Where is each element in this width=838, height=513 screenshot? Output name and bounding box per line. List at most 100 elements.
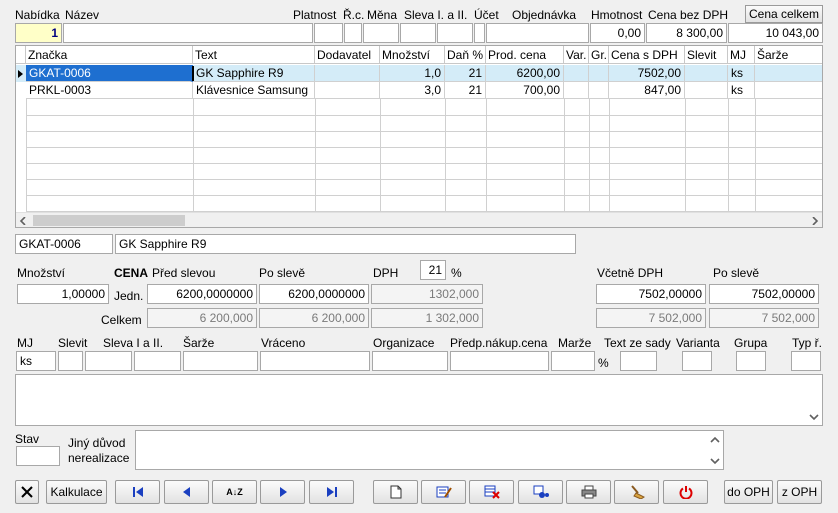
cell-text[interactable]: GK Sapphire R9 xyxy=(193,65,315,82)
exit-button[interactable] xyxy=(663,480,708,504)
scroll-down-icon[interactable] xyxy=(710,457,720,465)
detail-code-field[interactable]: GKAT-0006 xyxy=(15,234,113,254)
col-header-sarze[interactable]: Šarže xyxy=(755,46,822,64)
cena-bez-dph-field[interactable]: 8 300,00 xyxy=(646,23,727,43)
nabidka-field[interactable]: 1 xyxy=(15,23,62,43)
varianta-field[interactable] xyxy=(682,351,712,371)
do-oph-button[interactable]: do OPH xyxy=(724,480,773,504)
sarze-field[interactable] xyxy=(183,351,258,371)
jedn-po-sleve-field[interactable]: 6200,0000000 xyxy=(259,284,369,304)
kalkulace-button[interactable]: Kalkulace xyxy=(46,480,107,504)
cell-gr[interactable] xyxy=(589,82,609,99)
marze-field[interactable] xyxy=(551,351,595,371)
cell-gr[interactable] xyxy=(589,65,609,82)
cell-dan[interactable]: 21 xyxy=(445,82,486,99)
cell-mj[interactable]: ks xyxy=(728,65,755,82)
cell-sarze[interactable] xyxy=(755,82,822,99)
scroll-left-icon[interactable] xyxy=(19,217,27,225)
col-header-text[interactable]: Text xyxy=(193,46,315,64)
grupa-field[interactable] xyxy=(736,351,766,371)
print-button[interactable] xyxy=(566,480,611,504)
scrollbar-thumb[interactable] xyxy=(33,215,185,226)
sleva2-detail-field[interactable] xyxy=(134,351,181,371)
slevit-field[interactable] xyxy=(58,351,83,371)
cell-prod-cena[interactable]: 700,00 xyxy=(486,82,564,99)
cell-znacka[interactable]: PRKL-0003 xyxy=(26,82,193,99)
hmotnost-field[interactable]: 0,00 xyxy=(590,23,645,43)
cell-dodavatel[interactable] xyxy=(315,82,380,99)
sleva2-field[interactable] xyxy=(437,23,473,43)
last-record-button[interactable] xyxy=(309,480,354,504)
first-record-button[interactable] xyxy=(115,480,160,504)
cell-cena-s-dph[interactable]: 7502,00 xyxy=(609,65,685,82)
stav-field[interactable] xyxy=(16,446,60,466)
cell-var[interactable] xyxy=(564,82,589,99)
clean-button[interactable] xyxy=(614,480,659,504)
nazev-field[interactable] xyxy=(63,23,313,43)
next-record-button[interactable] xyxy=(260,480,305,504)
notes-memo[interactable] xyxy=(15,374,823,426)
z-oph-button[interactable]: z OPH xyxy=(777,480,822,504)
cena-celkem-field[interactable]: 10 043,00 xyxy=(728,23,823,43)
cell-prod-cena[interactable]: 6200,00 xyxy=(486,65,564,82)
mnozstvi-field[interactable]: 1,00000 xyxy=(17,284,109,304)
cell-cena-s-dph[interactable]: 847,00 xyxy=(609,82,685,99)
edit-record-button[interactable] xyxy=(421,480,466,504)
col-header-prod-cena[interactable]: Prod. cena xyxy=(486,46,564,64)
rc-field[interactable] xyxy=(344,23,362,43)
vraceno-field[interactable] xyxy=(260,351,370,371)
cell-dodavatel[interactable] xyxy=(315,65,380,82)
predp-nakup-cena-field[interactable] xyxy=(450,351,549,371)
col-header-dodavatel[interactable]: Dodavatel xyxy=(315,46,380,64)
typ-field[interactable] xyxy=(791,351,821,371)
cell-slevit[interactable] xyxy=(685,65,728,82)
detail-name-field[interactable]: GK Sapphire R9 xyxy=(115,234,576,254)
scroll-right-icon[interactable] xyxy=(811,217,819,225)
organizace-field[interactable] xyxy=(372,351,448,371)
dph-rate-field[interactable]: 21 xyxy=(420,260,446,280)
cell-mj[interactable]: ks xyxy=(728,82,755,99)
new-record-button[interactable] xyxy=(373,480,418,504)
table-row[interactable]: PRKL-0003 Klávesnice Samsung 3,0 21 700,… xyxy=(16,82,822,99)
col-header-gr[interactable]: Gr. xyxy=(589,46,609,64)
items-grid[interactable]: Značka Text Dodavatel Množství Daň % Pro… xyxy=(15,45,823,228)
label-objednavka: Objednávka xyxy=(512,8,577,22)
search-records-button[interactable] xyxy=(518,480,563,504)
table-row[interactable]: GKAT-0006 GK Sapphire R9 1,0 21 6200,00 … xyxy=(16,65,822,82)
cell-var[interactable] xyxy=(564,65,589,82)
cell-text[interactable]: Klávesnice Samsung xyxy=(193,82,315,99)
cell-znacka[interactable]: GKAT-0006 xyxy=(26,65,193,82)
objednavka-field[interactable] xyxy=(486,23,589,43)
sleva1-detail-field[interactable] xyxy=(85,351,132,371)
mena-field[interactable] xyxy=(363,23,399,43)
cell-mnozstvi[interactable]: 1,0 xyxy=(380,65,445,82)
sleva1-field[interactable] xyxy=(400,23,436,43)
col-header-dan[interactable]: Daň % xyxy=(445,46,486,64)
scroll-up-icon[interactable] xyxy=(710,436,720,444)
jedn-vcetne-dph-field[interactable]: 7502,00000 xyxy=(596,284,706,304)
ucet-field[interactable] xyxy=(474,23,485,43)
cell-mnozstvi[interactable]: 3,0 xyxy=(380,82,445,99)
jedn-pred-slevou-field[interactable]: 6200,0000000 xyxy=(147,284,257,304)
col-header-slevit[interactable]: Slevit xyxy=(685,46,728,64)
text-ze-sady-field[interactable] xyxy=(620,351,657,371)
col-header-znacka[interactable]: Značka xyxy=(26,46,193,64)
col-header-mnozstvi[interactable]: Množství xyxy=(380,46,445,64)
prev-record-button[interactable] xyxy=(164,480,209,504)
cancel-button[interactable] xyxy=(15,480,39,504)
mj-field[interactable]: ks xyxy=(16,351,56,371)
sort-button[interactable]: A↓Z xyxy=(212,480,257,504)
cell-sarze[interactable] xyxy=(755,65,822,82)
col-header-cena-s-dph[interactable]: Cena s DPH xyxy=(609,46,685,64)
jiny-duvod-field[interactable] xyxy=(135,430,724,470)
platnost-field[interactable] xyxy=(314,23,343,43)
cell-slevit[interactable] xyxy=(685,82,728,99)
col-header-var[interactable]: Var. xyxy=(564,46,589,64)
scroll-down-icon[interactable] xyxy=(809,413,819,421)
cena-celkem-button[interactable]: Cena celkem xyxy=(745,5,823,23)
jedn-po-sleve-2-field[interactable]: 7502,00000 xyxy=(709,284,819,304)
delete-record-button[interactable] xyxy=(469,480,514,504)
horizontal-scrollbar[interactable] xyxy=(16,212,822,227)
cell-dan[interactable]: 21 xyxy=(445,65,486,82)
col-header-mj[interactable]: MJ xyxy=(728,46,755,64)
